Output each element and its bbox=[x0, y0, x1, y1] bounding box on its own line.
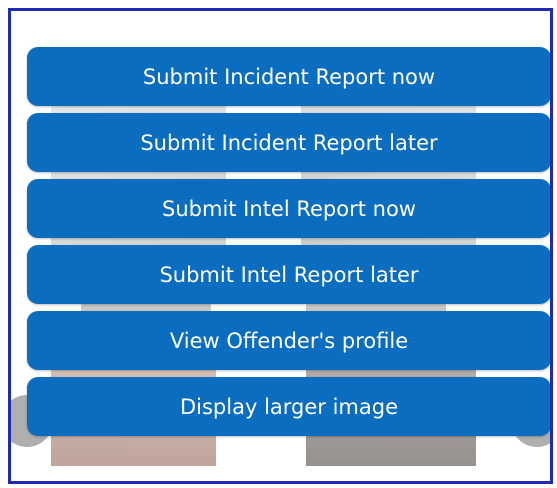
action-menu: Submit Incident Report now Submit Incide… bbox=[27, 47, 550, 443]
view-offender-profile-button[interactable]: View Offender's profile bbox=[27, 311, 550, 370]
submit-incident-report-later-button[interactable]: Submit Incident Report later bbox=[27, 113, 550, 172]
submit-intel-report-now-button[interactable]: Submit Intel Report now bbox=[27, 179, 550, 238]
display-larger-image-button[interactable]: Display larger image bbox=[27, 377, 550, 436]
context-menu-frame: Submit Incident Report now Submit Incide… bbox=[8, 8, 553, 484]
submit-incident-report-now-button[interactable]: Submit Incident Report now bbox=[27, 47, 550, 106]
submit-intel-report-later-button[interactable]: Submit Intel Report later bbox=[27, 245, 550, 304]
